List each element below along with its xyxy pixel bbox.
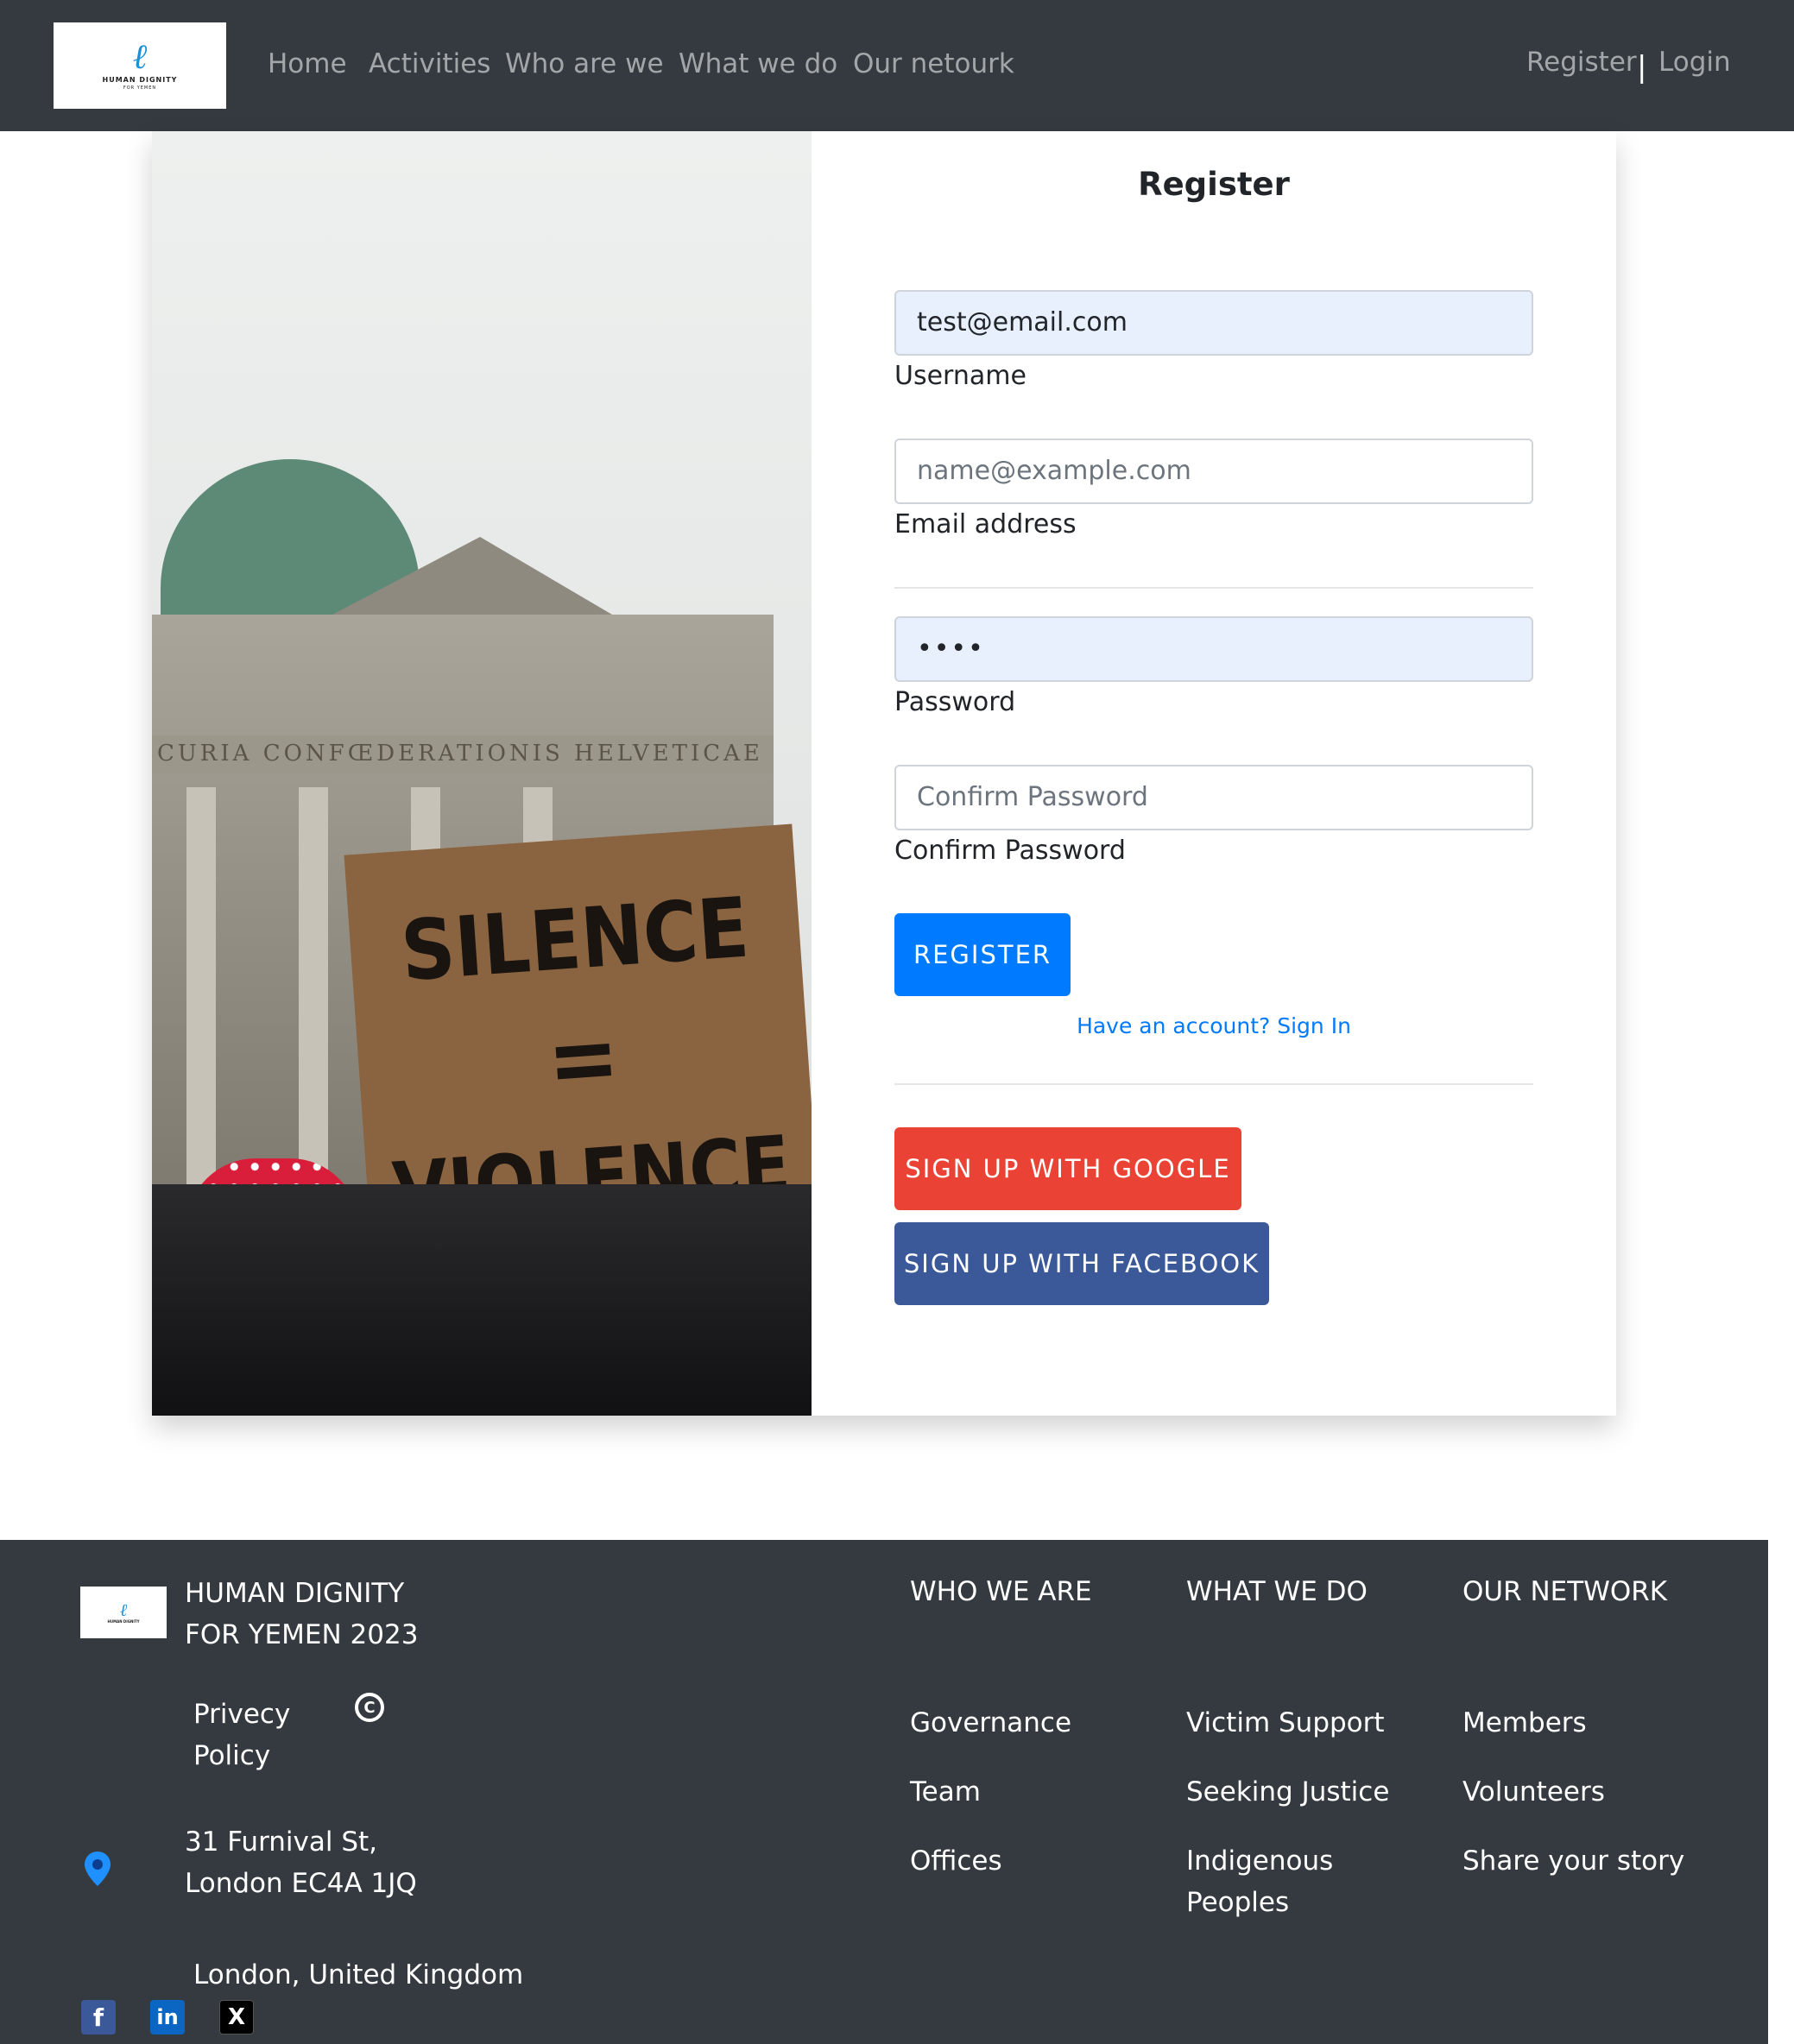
linkedin-icon[interactable]: in bbox=[150, 2000, 185, 2035]
nav-link-activities[interactable]: Activities bbox=[369, 48, 490, 79]
nav-separator: | bbox=[1637, 50, 1647, 85]
confirm-password-label: Confirm Password bbox=[894, 836, 1126, 866]
form-divider bbox=[894, 1083, 1533, 1085]
photo-frieze-text: CURIA CONFŒDERATIONIS HELVETICAE bbox=[152, 735, 774, 773]
email-label: Email address bbox=[894, 509, 1077, 539]
footer-link-seeking-justice[interactable]: Seeking Justice bbox=[1186, 1771, 1389, 1813]
logo-mark-icon: ℓ bbox=[119, 1599, 128, 1620]
username-label: Username bbox=[894, 361, 1026, 391]
google-signup-button[interactable]: SIGN UP WITH GOOGLE bbox=[894, 1127, 1241, 1210]
logo-text-line2: FOR YEMEN bbox=[123, 85, 157, 91]
footer-link-team[interactable]: Team bbox=[910, 1771, 981, 1813]
logo-mark-icon: ℓ bbox=[132, 36, 148, 77]
footer-link-volunteers[interactable]: Volunteers bbox=[1462, 1771, 1605, 1813]
footer-logo[interactable]: ℓ HUMAN DIGNITY bbox=[80, 1587, 167, 1638]
photo-crowd bbox=[152, 1184, 812, 1416]
nav-link-home[interactable]: Home bbox=[268, 48, 347, 79]
confirm-password-input[interactable]: Confirm Password bbox=[894, 765, 1533, 830]
photo-column bbox=[299, 787, 328, 1202]
form-divider bbox=[894, 587, 1533, 589]
footer-org-line2: FOR YEMEN 2023 bbox=[185, 1619, 419, 1650]
username-input[interactable]: test@email.com bbox=[894, 290, 1533, 356]
address-line1: 31 Furnival St, bbox=[185, 1826, 378, 1858]
sign-text-line1: SILENCE bbox=[398, 879, 752, 1000]
privacy-line1: Privecy bbox=[193, 1699, 291, 1730]
brand-logo[interactable]: ℓ HUMAN DIGNITY FOR YEMEN bbox=[54, 22, 226, 109]
address-line2: London EC4A 1JQ bbox=[185, 1868, 417, 1899]
email-input[interactable]: name@example.com bbox=[894, 438, 1533, 504]
register-card: CURIA CONFŒDERATIONIS HELVETICAE SILENCE… bbox=[152, 131, 1616, 1416]
logo-text-line1: HUMAN DIGNITY bbox=[102, 75, 178, 84]
register-button[interactable]: REGISTER bbox=[894, 913, 1071, 996]
password-input[interactable]: •••• bbox=[894, 616, 1533, 682]
footer: ℓ HUMAN DIGNITY HUMAN DIGNITY FOR YEMEN … bbox=[0, 1540, 1768, 2044]
privacy-policy-link[interactable]: Privecy Policy bbox=[193, 1694, 290, 1776]
privacy-line2: Policy bbox=[193, 1740, 271, 1771]
footer-heading-our-network: OUR NETWORK bbox=[1462, 1576, 1668, 1607]
location-pin-icon bbox=[85, 1852, 111, 1886]
footer-org-line1: HUMAN DIGNITY bbox=[185, 1578, 405, 1609]
nav-login-link[interactable]: Login bbox=[1658, 47, 1731, 78]
sign-text-line2: = bbox=[543, 1000, 623, 1116]
nav-link-our-network[interactable]: Our netourk bbox=[853, 48, 1014, 79]
x-icon[interactable]: X bbox=[219, 2000, 254, 2035]
footer-org-name: HUMAN DIGNITY FOR YEMEN 2023 bbox=[185, 1573, 418, 1656]
footer-link-indigenous-peoples[interactable]: Indigenous Peoples bbox=[1186, 1840, 1359, 1923]
nav-register-link[interactable]: Register bbox=[1526, 47, 1637, 78]
address-line3: London, United Kingdom bbox=[193, 1959, 524, 1990]
footer-link-victim-support[interactable]: Victim Support bbox=[1186, 1702, 1385, 1744]
footer-link-share-your-story[interactable]: Share your story bbox=[1462, 1840, 1684, 1882]
facebook-icon[interactable]: f bbox=[81, 2000, 116, 2035]
protest-photo: CURIA CONFŒDERATIONIS HELVETICAE SILENCE… bbox=[152, 131, 812, 1416]
footer-link-members[interactable]: Members bbox=[1462, 1702, 1587, 1744]
footer-link-offices[interactable]: Offices bbox=[910, 1840, 1002, 1882]
copyright-icon: C bbox=[355, 1693, 384, 1722]
nav-link-who-are-we[interactable]: Who are we bbox=[505, 48, 664, 79]
navbar: ℓ HUMAN DIGNITY FOR YEMEN Home Activitie… bbox=[0, 0, 1794, 131]
footer-address: 31 Furnival St, London EC4A 1JQ bbox=[185, 1821, 417, 1904]
password-label: Password bbox=[894, 687, 1016, 717]
facebook-signup-button[interactable]: SIGN UP WITH FACEBOOK bbox=[894, 1222, 1269, 1305]
footer-heading-what-we-do: WHAT WE DO bbox=[1186, 1576, 1368, 1607]
register-form: Register test@email.com Username name@ex… bbox=[812, 131, 1616, 1416]
form-title: Register bbox=[1138, 166, 1290, 203]
footer-logo-text: HUMAN DIGNITY bbox=[107, 1618, 140, 1624]
footer-link-governance[interactable]: Governance bbox=[910, 1702, 1071, 1744]
nav-link-what-we-do[interactable]: What we do bbox=[679, 48, 837, 79]
footer-heading-who-we-are: WHO WE ARE bbox=[910, 1576, 1092, 1607]
sign-in-link[interactable]: Have an account? Sign In bbox=[812, 1013, 1616, 1038]
photo-column bbox=[186, 787, 216, 1202]
